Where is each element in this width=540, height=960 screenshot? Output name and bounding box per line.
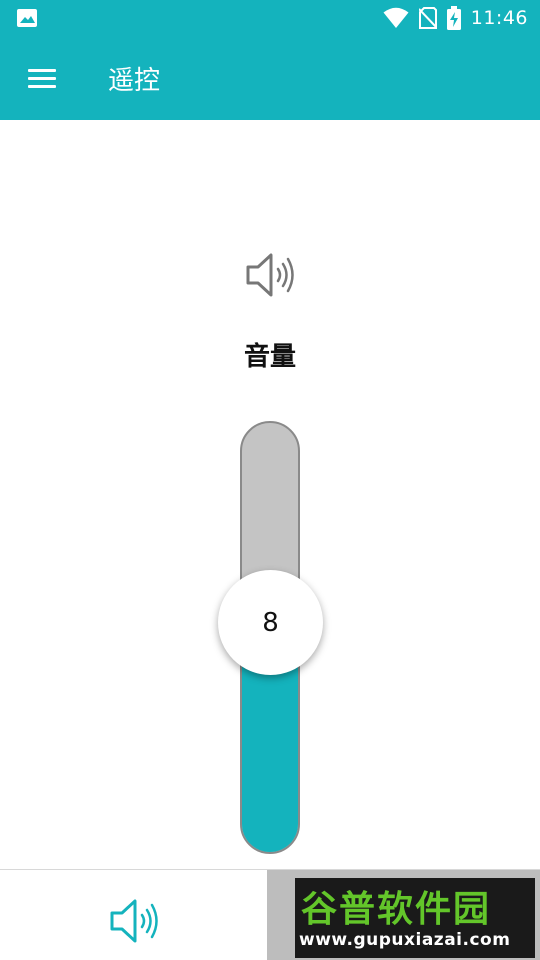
nav-tab-volume[interactable] — [0, 870, 267, 960]
status-icons: 11:46 — [383, 6, 528, 30]
status-bar: 11:46 — [0, 0, 540, 36]
menu-button[interactable] — [20, 58, 64, 98]
app-bar: 遥控 — [0, 36, 540, 120]
volume-value: 8 — [262, 607, 279, 638]
volume-label: 音量 — [243, 342, 296, 372]
volume-slider-knob[interactable]: 8 — [218, 570, 323, 675]
watermark-logo: 谷普软件园 www.gupuxiazai.com — [267, 870, 540, 960]
watermark-url: www.gupuxiazai.com — [299, 930, 511, 950]
status-time: 11:46 — [470, 7, 528, 29]
wifi-icon — [383, 7, 409, 28]
speaker-volume-icon — [110, 899, 158, 943]
speaker-volume-icon — [246, 253, 294, 297]
image-icon — [17, 9, 37, 27]
no-sim-icon — [418, 7, 437, 29]
volume-slider-fill — [242, 665, 298, 852]
battery-charging-icon — [446, 6, 461, 30]
page-title: 遥控 — [108, 66, 161, 96]
watermark-text: 谷普软件园 — [301, 889, 492, 930]
bottom-nav: 谷普软件园 www.gupuxiazai.com — [0, 869, 540, 960]
